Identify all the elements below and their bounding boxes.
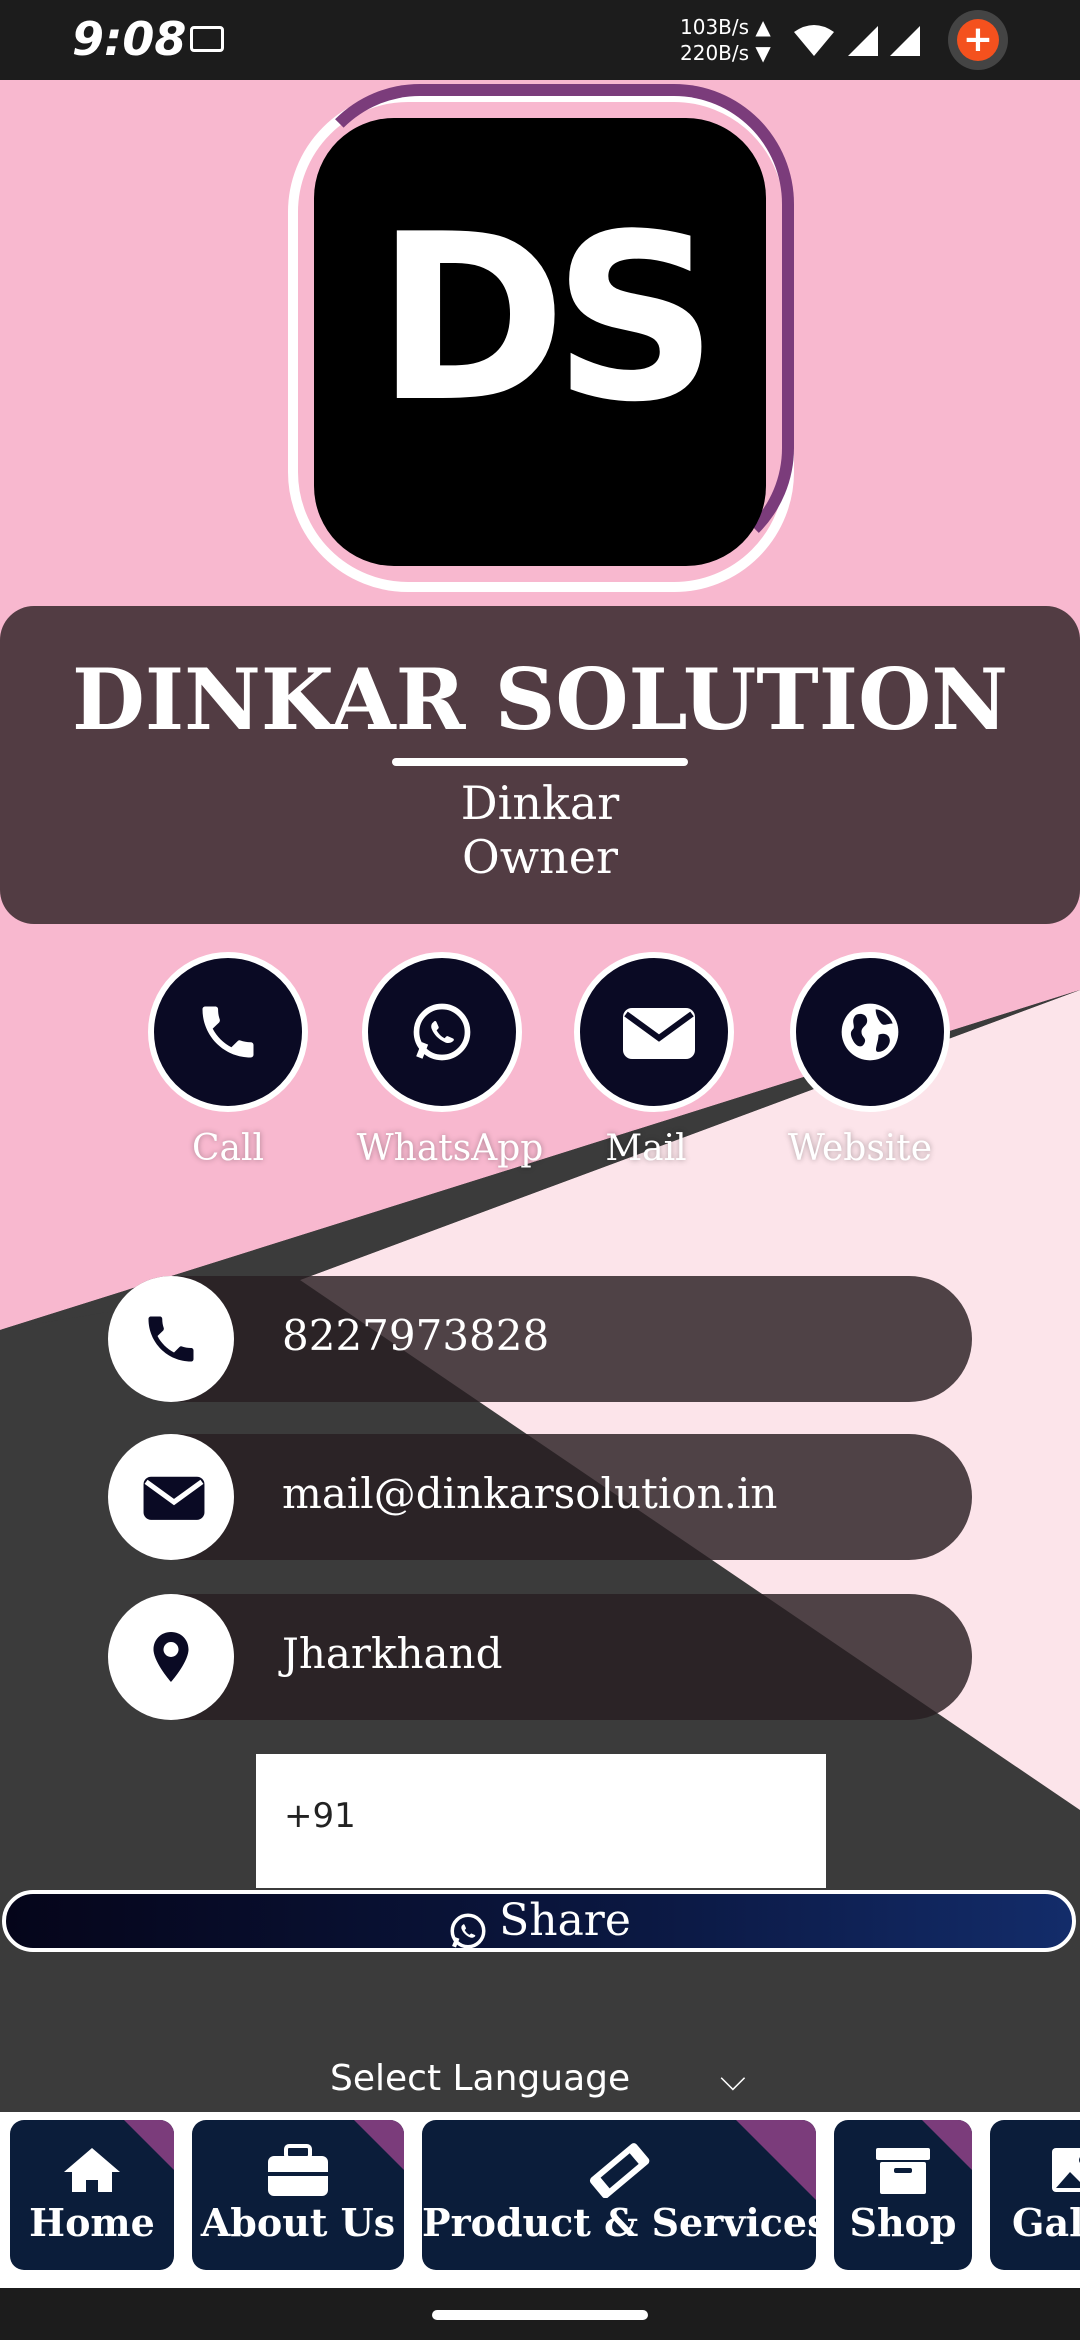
archive-icon	[876, 2148, 930, 2194]
status-bar: 9:08 103B/s ▲ 220B/s ▼ +	[0, 0, 1080, 80]
whatsapp-label: WhatsApp	[356, 1128, 544, 1169]
home-icon	[64, 2148, 120, 2192]
nav-about-us[interactable]: About Us	[192, 2120, 404, 2270]
location-contact[interactable]: Jharkhand	[108, 1594, 972, 1720]
signal-icon	[794, 25, 920, 56]
email-contact[interactable]: mail@dinkarsolution.in	[108, 1434, 972, 1560]
gallery-icon	[190, 26, 224, 52]
image-icon	[1052, 2148, 1080, 2192]
email-circle	[108, 1434, 234, 1560]
nav-label: Gall	[1012, 2200, 1080, 2245]
screen-record-icon[interactable]: +	[948, 10, 1008, 70]
nav-label: About Us	[200, 2200, 396, 2245]
share-label: Share	[499, 1895, 631, 1946]
whatsapp-button[interactable]	[362, 952, 522, 1112]
email-address: mail@dinkarsolution.in	[282, 1469, 778, 1518]
phone-contact[interactable]: 8227973828	[108, 1276, 972, 1402]
location-pin-icon	[153, 1632, 189, 1682]
globe-icon	[841, 1003, 899, 1061]
location-text: Jharkhand	[282, 1629, 503, 1678]
website-label: Website	[787, 1128, 933, 1169]
share-button[interactable]: Share	[2, 1890, 1076, 1952]
location-circle	[108, 1594, 234, 1720]
network-speed: 103B/s ▲ 220B/s ▼	[680, 14, 771, 66]
mail-icon	[143, 1476, 205, 1520]
name-underline	[392, 758, 688, 766]
ticket-icon	[589, 2143, 650, 2198]
mail-button[interactable]	[574, 952, 734, 1112]
mail-icon	[623, 1008, 695, 1059]
net-up: 103B/s ▲	[680, 15, 771, 39]
home-indicator[interactable]	[432, 2310, 648, 2320]
bottom-nav: Home About Us Product & Services Shop Ga…	[0, 2112, 1080, 2288]
person-role: Owner	[462, 830, 618, 884]
phone-input[interactable]: +91	[256, 1754, 826, 1888]
net-down: 220B/s ▼	[680, 41, 771, 65]
country-code: +91	[284, 1796, 356, 1836]
name-card: DINKAR SOLUTION Dinkar Owner	[0, 606, 1080, 924]
nav-gallery[interactable]: Gall	[990, 2120, 1080, 2270]
language-label: Select Language	[330, 2058, 631, 2099]
phone-circle	[108, 1276, 234, 1402]
chevron-down-icon: ⌵	[720, 2059, 746, 2099]
call-button[interactable]	[148, 952, 308, 1112]
phone-icon	[202, 1006, 254, 1058]
person-name: Dinkar	[460, 776, 620, 830]
nav-home[interactable]: Home	[10, 2120, 174, 2270]
phone-icon	[148, 1316, 194, 1362]
website-button[interactable]	[790, 952, 950, 1112]
phone-number: 8227973828	[282, 1311, 550, 1360]
nav-product-services[interactable]: Product & Services	[422, 2120, 816, 2270]
whatsapp-icon	[450, 1913, 486, 1948]
nav-label: Product & Services	[422, 2200, 816, 2245]
record-symbol: +	[957, 19, 999, 61]
nav-label: Shop	[849, 2200, 957, 2245]
mail-label: Mail	[605, 1128, 687, 1169]
language-select[interactable]: Select Language ⌵	[330, 2054, 790, 2104]
call-label: Call	[191, 1128, 265, 1169]
briefcase-icon	[268, 2144, 328, 2196]
company-name: DINKAR SOLUTION	[71, 650, 1009, 749]
nav-label: Home	[29, 2200, 155, 2245]
gesture-bar	[0, 2288, 1080, 2340]
logo-text: DS	[375, 186, 719, 453]
whatsapp-icon	[413, 1003, 471, 1061]
status-time: 9:08	[72, 12, 187, 66]
nav-shop[interactable]: Shop	[834, 2120, 972, 2270]
